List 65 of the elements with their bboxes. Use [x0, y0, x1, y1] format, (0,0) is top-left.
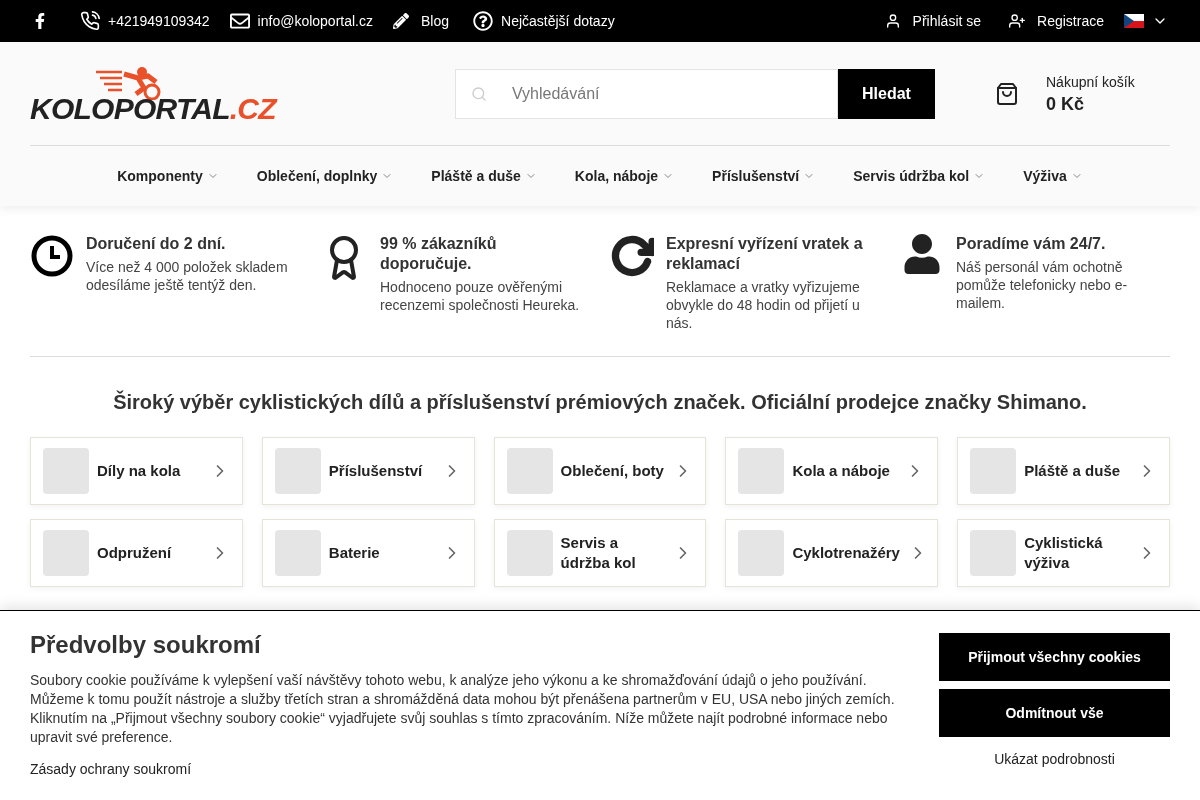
category-tile[interactable]: Baterie	[261, 519, 475, 587]
faq-link[interactable]: Nejčastější dotazy	[501, 10, 615, 32]
show-details-button[interactable]: Ukázat podrobnosti	[939, 745, 1170, 773]
category-tile[interactable]: Kola a náboje	[725, 437, 939, 505]
category-tile[interactable]: Servis a údržba kol	[493, 519, 707, 587]
blog-link[interactable]: Blog	[421, 10, 450, 32]
refresh-icon	[610, 234, 654, 278]
product-photo	[738, 530, 785, 576]
nav-menu-item[interactable]: Komponenty	[117, 165, 219, 187]
search-button[interactable]: Hledat	[838, 68, 935, 119]
login-link[interactable]: Přihlásit se	[912, 10, 982, 32]
category-tile[interactable]: Cyklotrenažéry	[725, 519, 939, 587]
cart-total: 0 Kč	[1046, 92, 1086, 116]
user-icon	[904, 234, 940, 274]
product-photo	[506, 530, 553, 576]
user-icon	[884, 13, 901, 29]
product-photo	[970, 530, 1017, 576]
reject-all-button[interactable]: Odmítnout vše	[939, 689, 1170, 737]
headline: Široký výběr cyklistických dílů a příslušenství prémiových značek. Oficiální prodejce značky Shimano.	[112, 389, 1088, 415]
category-tile[interactable]: Cyklistická výživa	[957, 519, 1170, 587]
register-link[interactable]: Registrace	[1037, 10, 1104, 32]
category-tile[interactable]: Příslušenství	[261, 437, 475, 505]
privacy-link[interactable]: Zásady ochrany soukromí	[30, 759, 192, 780]
nav-menu-item[interactable]: Příslušenství	[712, 165, 816, 187]
search-field[interactable]: Vyhledávání	[455, 68, 838, 119]
nav-menu-item[interactable]: Výživa	[1023, 165, 1083, 187]
feature-title: Doručení do 2 dní.	[86, 234, 227, 254]
feature-text: Reklamace a vratky vyřizujeme obvykle do 48 hodin od přijetí u nás.	[666, 278, 861, 332]
product-photo	[274, 530, 321, 576]
cookie-title: Předvolby soukromí	[30, 630, 263, 660]
nav-menu-item[interactable]: Pláště a duše	[431, 165, 537, 187]
cookie-text: Soubory cookie používáme k vylepšení vaší návštěvy tohoto webu, k analýze jeho výkonu a ke shromažďování údajů o jeho používání. Můžeme k tomu použít nástroje a služby třetích stran a shromážděná data mohou být přenášena partnerům v EU, USA nebo jiných zemích. Kliknutím na „Přijmout všechny soubory cookie“ vyjadřujete svůj souhlas s tímto zpracováním. Níže můžete najít podrobné informace nebo upravit své preference.	[30, 671, 896, 747]
product-photo	[43, 530, 89, 576]
accept-all-button[interactable]: Přijmout všechny cookies	[939, 633, 1170, 681]
pencil-icon	[393, 13, 409, 29]
email-link[interactable]: info@koloportal.cz	[257, 10, 373, 32]
help-icon	[473, 11, 494, 31]
nav-menu-item[interactable]: Servis údržba kol	[853, 165, 986, 187]
product-photo	[506, 448, 553, 494]
feature-title: Poradíme vám 24/7.	[956, 234, 1107, 254]
cart-label: Nákupní košík	[1046, 72, 1135, 92]
category-tile[interactable]: Díly na kola	[30, 437, 243, 505]
product-photo	[274, 448, 321, 494]
phone-link[interactable]: +421949109342	[108, 10, 210, 32]
category-tile[interactable]: Pláště a duše	[957, 437, 1170, 505]
feature-text: Hodnoceno pouze ověřenými recenzemi společnosti Heureka.	[380, 278, 581, 314]
user-plus-icon	[1009, 13, 1026, 29]
feature-text: Více než 4 000 položek skladem odesíláme ještě tentýž den.	[86, 258, 289, 294]
product-photo	[738, 448, 785, 494]
category-tile[interactable]: Oblečení, boty	[493, 437, 707, 505]
product-photo	[43, 448, 89, 494]
nav-menu-item[interactable]: Oblečení, doplnky	[256, 165, 394, 187]
feature-title: Expresní vyřízení vratek a reklamací	[666, 234, 864, 274]
feature-text: Náš personál vám ochotně pomůže telefonicky nebo e-mailem.	[956, 258, 1129, 312]
search-icon	[471, 85, 487, 102]
phone-icon	[80, 11, 100, 31]
flag-icon	[1124, 14, 1144, 28]
nav-menu-item[interactable]: Kola, náboje	[574, 165, 675, 187]
feature-title: 99 % zákazníků doporučuje.	[380, 234, 498, 274]
envelope-icon	[229, 11, 250, 31]
category-tile[interactable]: Odpružení	[30, 519, 243, 587]
logo-wordmark: KOLOPORTAL.CZ	[30, 93, 279, 124]
logo[interactable]: KOLOPORTAL.CZ	[30, 63, 330, 124]
clock-icon	[30, 234, 74, 278]
product-photo	[970, 448, 1017, 494]
